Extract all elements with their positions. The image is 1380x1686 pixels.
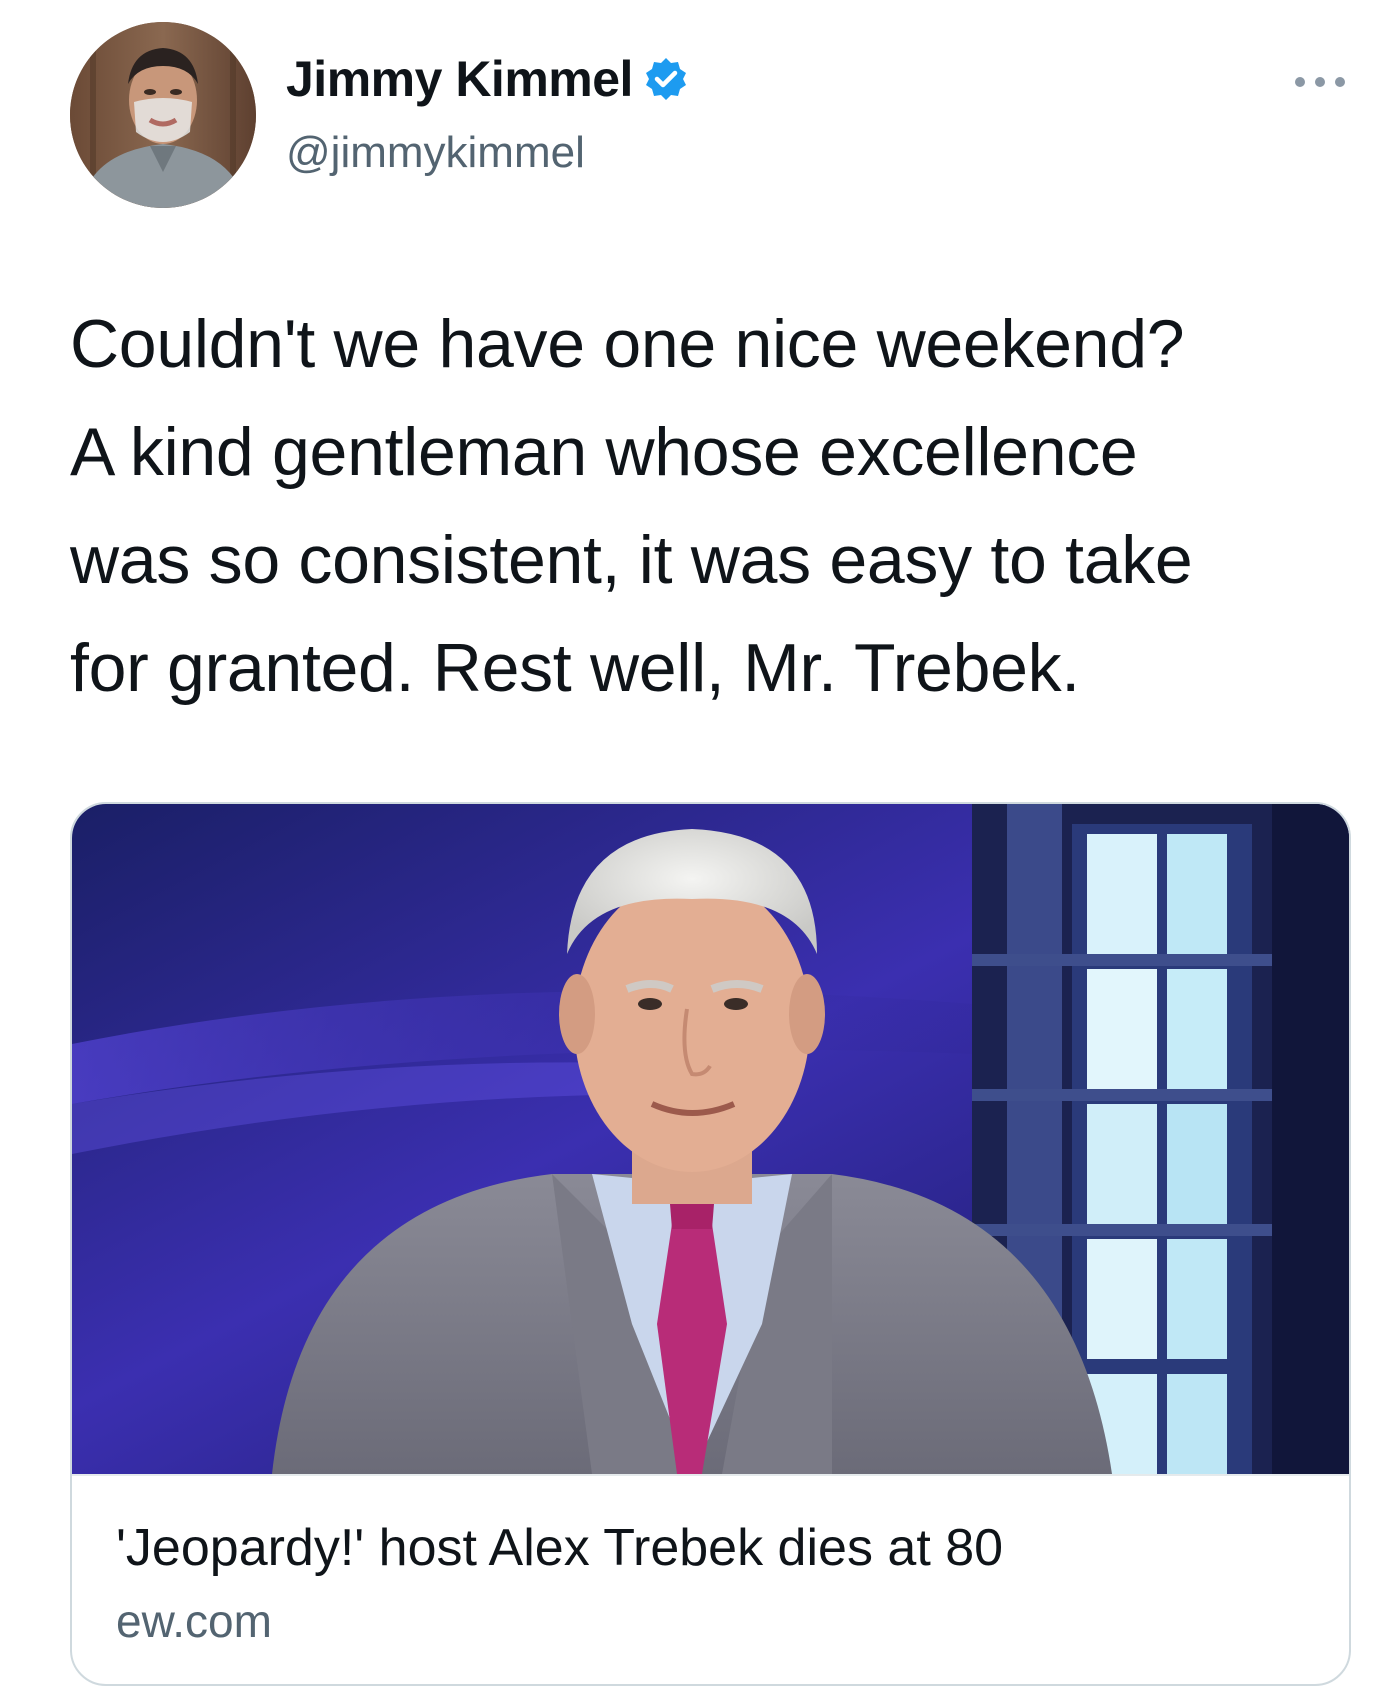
tweet-text: Couldn't we have one nice weekend? A kin… [70, 290, 1340, 722]
author-name-row[interactable]: Jimmy Kimmel [286, 50, 689, 108]
link-preview-domain: ew.com [116, 1595, 272, 1647]
tweet-text-line: Couldn't we have one nice weekend? [70, 306, 1185, 382]
verified-badge-icon [643, 56, 689, 102]
article-photo[interactable] [72, 804, 1349, 1474]
author-handle[interactable]: @jimmykimmel [286, 128, 585, 178]
tweet-text-line: for granted. Rest well, Mr. Trebek. [70, 630, 1080, 706]
link-preview-card[interactable]: 'Jeopardy!' host Alex Trebek dies at 80 … [70, 802, 1351, 1686]
link-preview-title[interactable]: 'Jeopardy!' host Alex Trebek dies at 80 [116, 1518, 1003, 1578]
link-preview-meta[interactable]: 'Jeopardy!' host Alex Trebek dies at 80 … [72, 1474, 1349, 1647]
author-display-name[interactable]: Jimmy Kimmel [286, 50, 633, 108]
author-avatar[interactable] [70, 22, 256, 208]
tweet-text-line: A kind gentleman whose excellence [70, 414, 1138, 490]
more-horizontal-icon[interactable] [1290, 72, 1350, 92]
tweet-text-line: was so consistent, it was easy to take [70, 522, 1193, 598]
tweet-header: Jimmy Kimmel @jimmykimmel [0, 0, 1380, 230]
